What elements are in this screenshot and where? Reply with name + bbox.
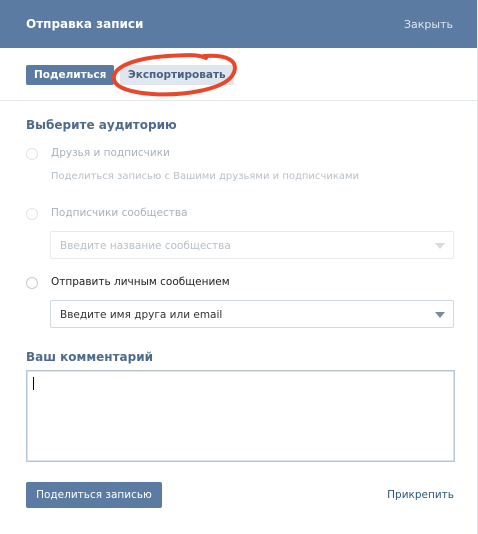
comment-heading: Ваш комментарий [26, 350, 154, 364]
option-private-message-label: Отправить личным сообщением [51, 276, 230, 288]
option-friends-description: Поделиться записью с Вашими друзьями и п… [51, 171, 360, 182]
radio-community[interactable] [26, 208, 38, 220]
tab-share[interactable]: Поделиться [26, 65, 115, 85]
option-community-label: Подписчики сообщества [51, 207, 188, 219]
share-post-button[interactable]: Поделиться записью [26, 482, 162, 508]
comment-textarea[interactable] [26, 370, 455, 462]
option-friends-label: Друзья и подписчики [51, 147, 170, 159]
radio-friends[interactable] [26, 148, 38, 160]
community-select-placeholder: Введите название сообщества [60, 240, 231, 252]
community-select[interactable]: Введите название сообщества [50, 231, 454, 259]
friend-select-placeholder: Введите имя друга или email [60, 309, 223, 321]
radio-private-message[interactable] [26, 277, 38, 289]
chevron-down-icon [435, 243, 445, 249]
chevron-down-icon [435, 312, 445, 318]
close-link[interactable]: Закрыть [404, 18, 453, 31]
friend-select[interactable]: Введите имя друга или email [50, 300, 454, 328]
text-caret [33, 377, 34, 390]
dialog-title: Отправка записи [26, 17, 144, 31]
audience-heading: Выберите аудиторию [26, 118, 177, 132]
attach-link[interactable]: Прикрепить [387, 489, 454, 501]
dialog-header: Отправка записи Закрыть [0, 0, 477, 48]
annotation-circle [111, 53, 237, 97]
